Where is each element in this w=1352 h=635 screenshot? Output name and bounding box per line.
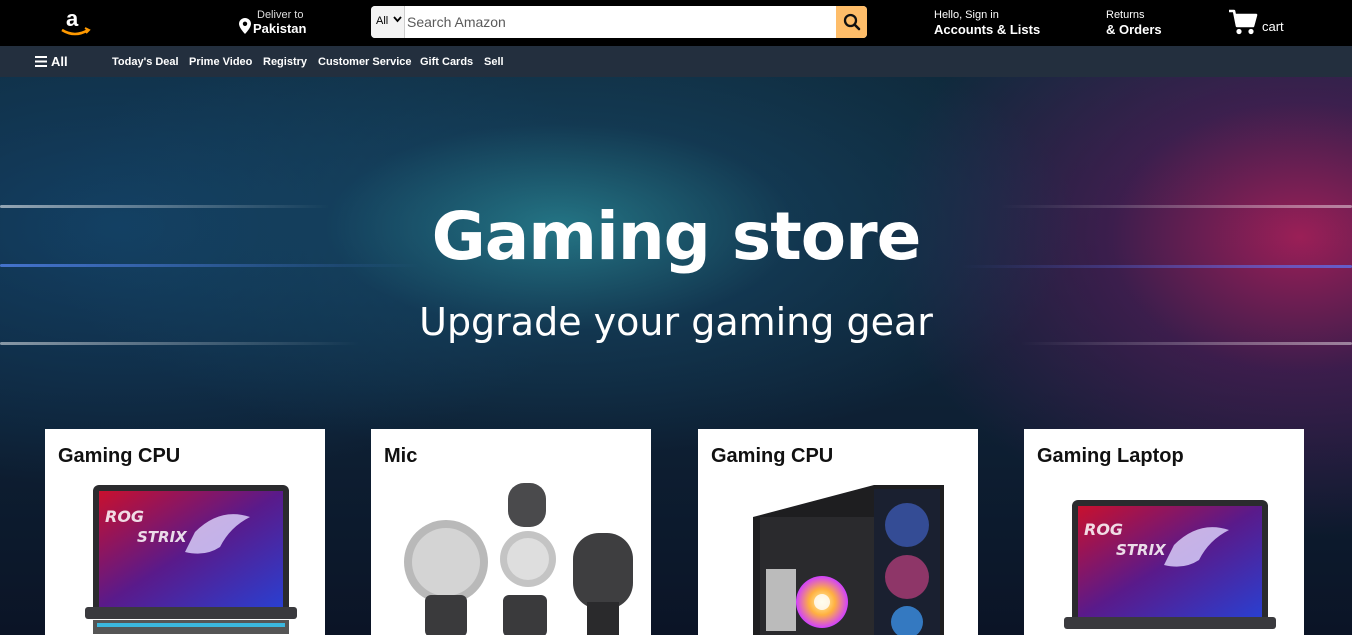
- hero-banner: Gaming store Upgrade your gaming gear Ga…: [0, 77, 1352, 635]
- hero-subtitle: Upgrade your gaming gear: [419, 300, 933, 344]
- shopping-cart-icon: [1229, 9, 1258, 35]
- search-button[interactable]: [836, 6, 867, 38]
- product-card-title: Gaming Laptop: [1037, 445, 1184, 467]
- account-lists-menu[interactable]: Hello, Sign in Accounts & Lists: [934, 9, 1040, 37]
- orders-label: & Orders: [1106, 22, 1162, 37]
- secondary-navigation-bar: All Today's Deal Prime Video Registry Cu…: [0, 46, 1352, 77]
- location-pin-icon: [239, 18, 251, 34]
- product-card[interactable]: Mic: [371, 429, 651, 635]
- cart-label: cart: [1262, 19, 1284, 34]
- nav-link-gift-cards[interactable]: Gift Cards: [420, 56, 473, 68]
- amazon-logo-icon: a: [61, 6, 91, 36]
- svg-text:a: a: [66, 6, 79, 31]
- svg-text:STRIX: STRIX: [137, 528, 188, 546]
- search-input[interactable]: [405, 6, 836, 38]
- hero-title: Gaming store: [431, 198, 922, 275]
- search-category-label: All: [376, 15, 389, 27]
- product-card[interactable]: Gaming Laptop ROG STRIX: [1024, 429, 1304, 635]
- returns-orders-link[interactable]: Returns & Orders: [1106, 9, 1162, 37]
- top-navigation-bar: a Deliver to Pakistan All Hello, Sign: [0, 0, 1352, 46]
- svg-text:ROG: ROG: [105, 507, 144, 526]
- gaming-pc-case-image: [753, 485, 944, 635]
- svg-text:ROG: ROG: [1084, 520, 1123, 539]
- nav-link-registry[interactable]: Registry: [263, 56, 307, 68]
- nav-link-customer-service[interactable]: Customer Service: [318, 56, 412, 68]
- account-greeting: Hello, Sign in: [934, 9, 999, 21]
- returns-label: Returns: [1106, 9, 1145, 21]
- product-card-title: Gaming CPU: [711, 445, 834, 467]
- search-bar: All: [371, 6, 867, 38]
- product-card[interactable]: Gaming CPU ROG STRIX: [45, 429, 325, 635]
- amazon-logo[interactable]: a: [58, 6, 94, 40]
- microphone-windscreen-image: [404, 483, 633, 635]
- all-menu-label: All: [51, 54, 68, 69]
- deliver-to-label: Deliver to: [257, 9, 304, 21]
- chevron-down-icon: [393, 16, 402, 23]
- nav-link-sell[interactable]: Sell: [484, 56, 504, 68]
- nav-link-todays-deal[interactable]: Today's Deal: [112, 56, 179, 68]
- hamburger-menu-icon: [35, 56, 47, 67]
- cart-button[interactable]: cart: [1228, 8, 1284, 41]
- nav-link-prime-video[interactable]: Prime Video: [189, 56, 252, 68]
- svg-text:STRIX: STRIX: [1116, 541, 1167, 559]
- product-card[interactable]: Gaming CPU: [698, 429, 978, 635]
- search-category-select[interactable]: All: [371, 6, 405, 38]
- product-card-title: Mic: [384, 445, 418, 467]
- search-icon: [843, 13, 860, 31]
- gaming-laptop-image: ROG STRIX: [1064, 500, 1276, 629]
- deliver-country: Pakistan: [253, 21, 307, 36]
- product-card-title: Gaming CPU: [58, 445, 181, 467]
- all-menu-button[interactable]: All: [35, 54, 68, 69]
- gaming-laptop-image: ROG STRIX: [85, 485, 297, 634]
- account-lists-label: Accounts & Lists: [934, 22, 1041, 37]
